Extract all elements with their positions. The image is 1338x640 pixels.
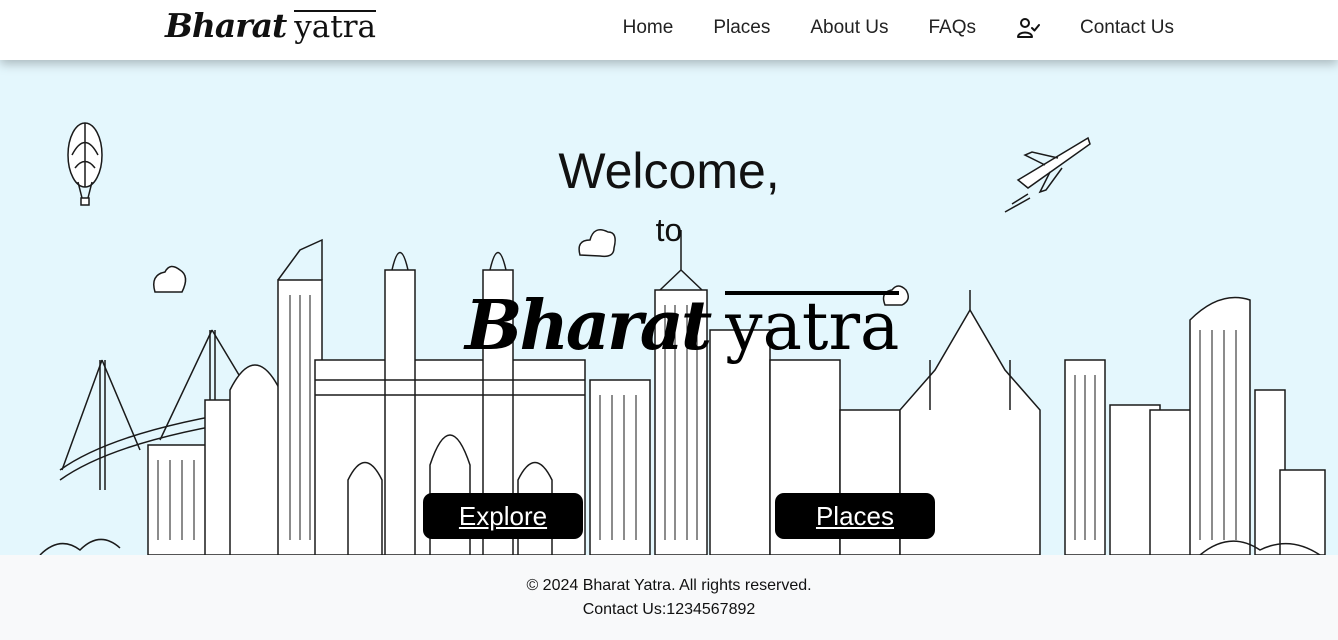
nav-faqs-link[interactable]: FAQs [929,17,977,39]
hero-welcome-heading: Welcome, [558,143,780,199]
places-button[interactable]: Places [775,493,935,539]
hero-title-script: yatra [725,288,900,365]
hero-title-bold: Bharat [465,286,712,366]
nav-places-link[interactable]: Places [713,17,770,39]
brand-logo-bold: Bharat [165,6,287,45]
footer: © 2024 Bharat Yatra. All rights reserved… [0,555,1338,640]
nav-home-link[interactable]: Home [623,17,674,39]
brand-logo-script: yatra [294,9,377,45]
hero-to-text: to [655,212,683,248]
navbar: Bharat yatra Home Places About Us FAQs C… [0,0,1338,60]
main-nav: Home Places About Us FAQs Contact Us [623,0,1174,56]
hero-brand-title: Bharat yatra [465,286,900,366]
footer-copyright: © 2024 Bharat Yatra. All rights reserved… [526,577,812,594]
nav-about-link[interactable]: About Us [810,17,888,39]
brand-logo[interactable]: Bharat yatra [165,6,377,54]
footer-contact: Contact Us:1234567892 [582,601,756,618]
user-check-icon[interactable] [1016,16,1041,40]
explore-button[interactable]: Explore [423,493,583,539]
hero-section: Welcome, to Bharat yatra Explore Places [0,60,1338,555]
nav-contact-link[interactable]: Contact Us [1080,17,1174,39]
